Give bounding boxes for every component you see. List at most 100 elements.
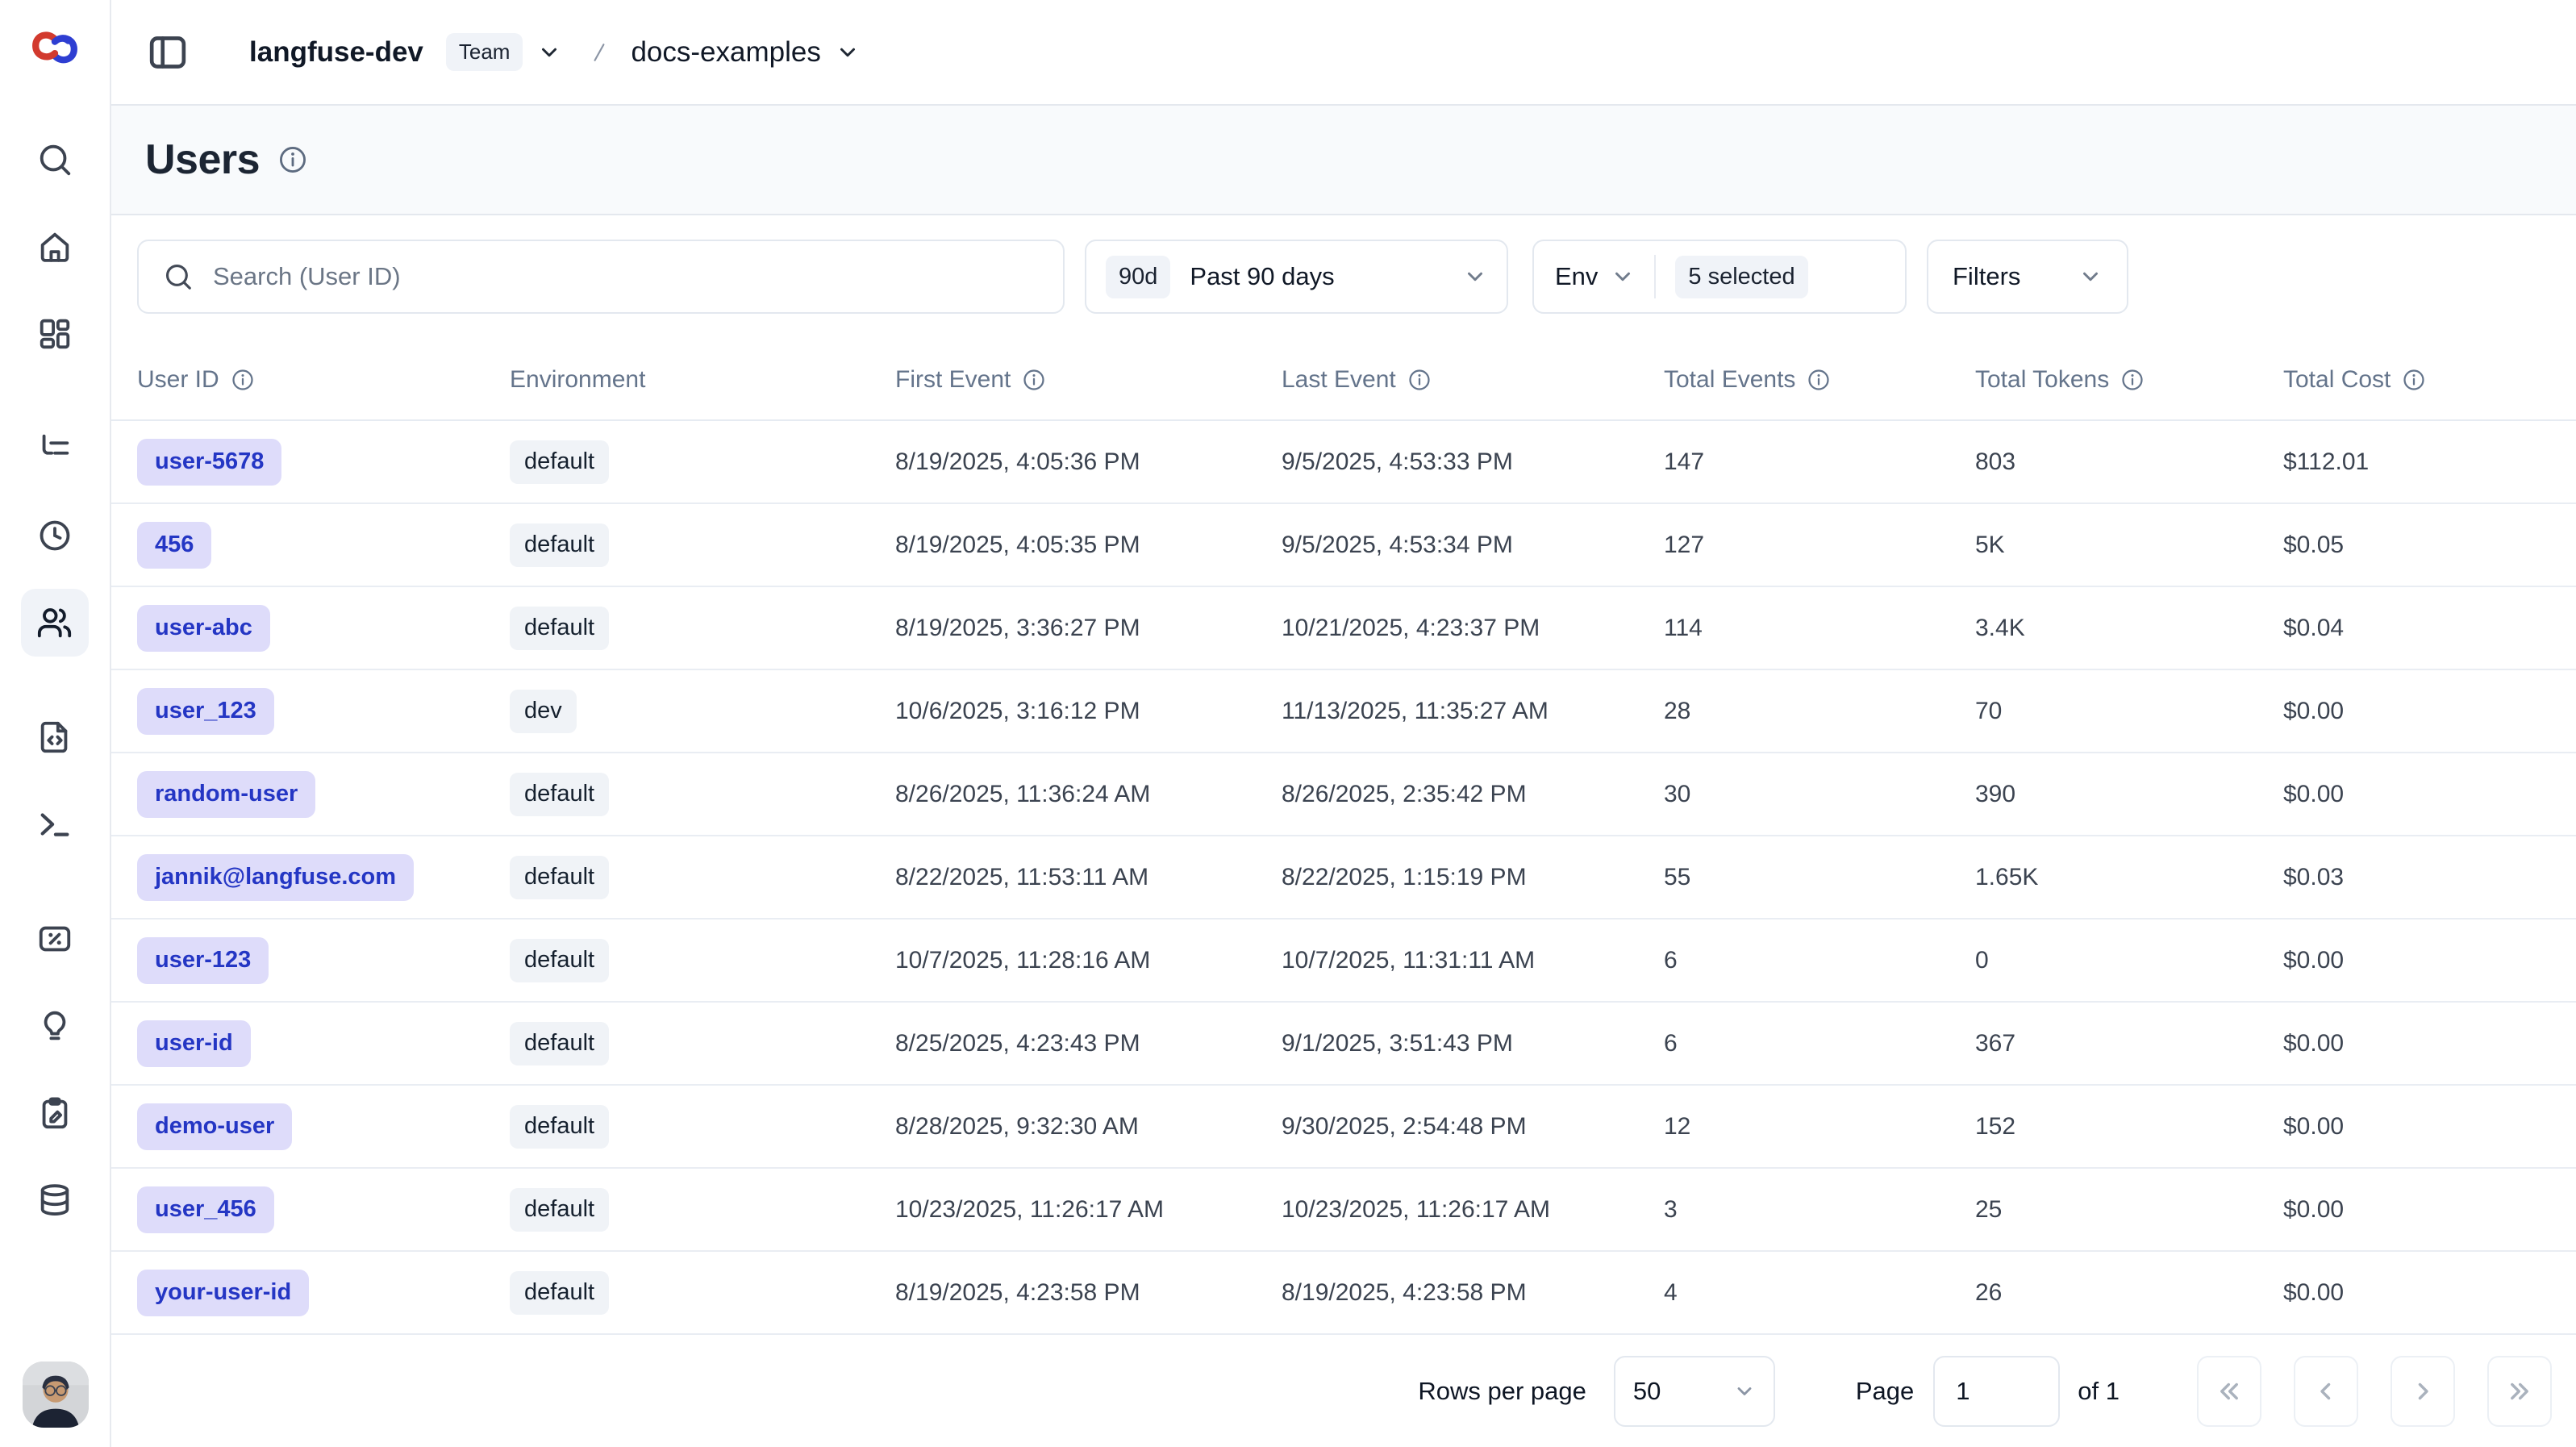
- date-range-button[interactable]: 90d Past 90 days: [1085, 240, 1508, 314]
- sidebar-item-annotation[interactable]: [21, 1079, 89, 1147]
- page-title: Users: [145, 136, 260, 184]
- sidebar-item-prompts[interactable]: [21, 703, 89, 771]
- app-root: langfuse-dev Team docs-examples Users 90…: [0, 0, 2576, 1447]
- sidebar-item-insights[interactable]: [21, 992, 89, 1060]
- environment-cell: default: [510, 1022, 895, 1065]
- next-page-button[interactable]: [2391, 1356, 2455, 1427]
- topbar: langfuse-dev Team docs-examples: [111, 0, 2576, 106]
- total-cost-cell: $0.05: [2283, 532, 2576, 559]
- environment-cell: dev: [510, 690, 895, 733]
- total-tokens-cell: 5K: [1975, 532, 2283, 559]
- total-tokens-cell: 70: [1975, 698, 2283, 725]
- total-tokens-cell: 3.4K: [1975, 615, 2283, 642]
- previous-page-button[interactable]: [2294, 1356, 2358, 1427]
- user-avatar[interactable]: [23, 1362, 89, 1428]
- total-tokens-cell: 390: [1975, 781, 2283, 808]
- user-id-pill[interactable]: random-user: [137, 771, 315, 818]
- org-plan-badge: Team: [446, 33, 523, 71]
- table-row[interactable]: jannik@langfuse.com default 8/22/2025, 1…: [111, 836, 2576, 919]
- user-id-pill[interactable]: demo-user: [137, 1103, 292, 1150]
- chevrons-left-icon: [2215, 1378, 2243, 1405]
- total-events-cell: 4: [1664, 1279, 1975, 1307]
- filters-button[interactable]: Filters: [1927, 240, 2128, 314]
- table-row[interactable]: user-123 default 10/7/2025, 11:28:16 AM …: [111, 919, 2576, 1003]
- table-row[interactable]: 456 default 8/19/2025, 4:05:35 PM 9/5/20…: [111, 504, 2576, 587]
- total-events-cell: 6: [1664, 1030, 1975, 1057]
- langfuse-logo[interactable]: [31, 27, 78, 68]
- user-id-cell: user-5678: [137, 439, 510, 486]
- first-page-button[interactable]: [2197, 1356, 2261, 1427]
- last-event-cell: 9/5/2025, 4:53:33 PM: [1282, 448, 1664, 476]
- table-row[interactable]: user_123 dev 10/6/2025, 3:16:12 PM 11/13…: [111, 670, 2576, 753]
- environment-badge: default: [510, 1188, 609, 1232]
- sidebar-item-search[interactable]: [21, 126, 89, 194]
- total-cost-cell: $0.00: [2283, 1113, 2576, 1141]
- user-id-pill[interactable]: user-abc: [137, 605, 270, 652]
- sidebar-item-playground[interactable]: [21, 790, 89, 858]
- user-id-pill[interactable]: user-123: [137, 937, 269, 984]
- sidebar-item-dashboards[interactable]: [21, 300, 89, 368]
- sidebar-item-scores[interactable]: [21, 905, 89, 973]
- environment-badge: default: [510, 523, 609, 567]
- list-tree-icon: [36, 430, 73, 467]
- user-id-pill[interactable]: user-5678: [137, 439, 281, 486]
- sidebar-item-datasets[interactable]: [21, 1166, 89, 1234]
- avatar-photo: [23, 1362, 89, 1428]
- table-row[interactable]: your-user-id default 8/19/2025, 4:23:58 …: [111, 1252, 2576, 1335]
- first-event-cell: 10/6/2025, 3:16:12 PM: [895, 698, 1282, 725]
- total-cost-cell: $0.00: [2283, 1196, 2576, 1224]
- user-id-cell: user-abc: [137, 605, 510, 652]
- column-header-total-events[interactable]: Total Events: [1664, 366, 1975, 394]
- search-box: [137, 240, 1065, 314]
- column-header-user-id[interactable]: User ID: [137, 366, 510, 394]
- user-id-pill[interactable]: user_123: [137, 688, 274, 735]
- project-name[interactable]: docs-examples: [631, 36, 820, 69]
- last-event-cell: 9/30/2025, 2:54:48 PM: [1282, 1113, 1664, 1141]
- org-name[interactable]: langfuse-dev: [249, 36, 423, 69]
- first-event-cell: 8/19/2025, 4:05:35 PM: [895, 532, 1282, 559]
- rows-per-page-select[interactable]: 50: [1614, 1356, 1775, 1427]
- sidebar-item-tracing[interactable]: [21, 415, 89, 482]
- total-cost-cell: $0.00: [2283, 698, 2576, 725]
- total-events-cell: 3: [1664, 1196, 1975, 1224]
- user-id-pill[interactable]: 456: [137, 522, 211, 569]
- environment-cell: default: [510, 939, 895, 982]
- user-id-pill[interactable]: user-id: [137, 1020, 251, 1067]
- user-id-pill[interactable]: user_456: [137, 1186, 274, 1233]
- column-header-environment[interactable]: Environment: [510, 366, 895, 394]
- table-row[interactable]: user-5678 default 8/19/2025, 4:05:36 PM …: [111, 421, 2576, 504]
- table-row[interactable]: user-abc default 8/19/2025, 3:36:27 PM 1…: [111, 587, 2576, 670]
- table-row[interactable]: user-id default 8/25/2025, 4:23:43 PM 9/…: [111, 1003, 2576, 1086]
- total-events-cell: 114: [1664, 615, 1975, 642]
- user-id-pill[interactable]: your-user-id: [137, 1270, 309, 1316]
- column-header-total-cost[interactable]: Total Cost: [2283, 366, 2576, 394]
- first-event-cell: 8/19/2025, 4:23:58 PM: [895, 1279, 1282, 1307]
- table-row[interactable]: random-user default 8/26/2025, 11:36:24 …: [111, 753, 2576, 836]
- environment-badge: default: [510, 939, 609, 982]
- user-id-pill[interactable]: jannik@langfuse.com: [137, 854, 414, 901]
- column-header-first-event[interactable]: First Event: [895, 366, 1282, 394]
- column-header-total-tokens[interactable]: Total Tokens: [1975, 366, 2283, 394]
- sidebar-item-users[interactable]: [21, 589, 89, 657]
- home-icon: [36, 228, 73, 265]
- sidebar-item-sessions[interactable]: [21, 502, 89, 569]
- table-row[interactable]: demo-user default 8/28/2025, 9:32:30 AM …: [111, 1086, 2576, 1169]
- total-cost-cell: $0.00: [2283, 781, 2576, 808]
- total-cost-cell: $0.00: [2283, 947, 2576, 974]
- last-page-button[interactable]: [2487, 1356, 2552, 1427]
- sidebar-item-home[interactable]: [21, 213, 89, 281]
- project-chevron-down-icon[interactable]: [836, 40, 860, 65]
- column-header-last-event[interactable]: Last Event: [1282, 366, 1664, 394]
- sidebar-toggle-button[interactable]: [144, 29, 191, 76]
- env-filter-button[interactable]: Env 5 selected: [1532, 240, 1907, 314]
- user-id-cell: demo-user: [137, 1103, 510, 1150]
- org-chevron-down-icon[interactable]: [537, 40, 561, 65]
- table-row[interactable]: user_456 default 10/23/2025, 11:26:17 AM…: [111, 1169, 2576, 1252]
- total-cost-cell: $0.00: [2283, 1279, 2576, 1307]
- search-input[interactable]: [194, 241, 1063, 312]
- page-number-input[interactable]: [1933, 1356, 2060, 1427]
- title-info-icon[interactable]: [277, 144, 308, 175]
- total-events-cell: 55: [1664, 864, 1975, 891]
- first-event-cell: 10/7/2025, 11:28:16 AM: [895, 947, 1282, 974]
- user-id-cell: random-user: [137, 771, 510, 818]
